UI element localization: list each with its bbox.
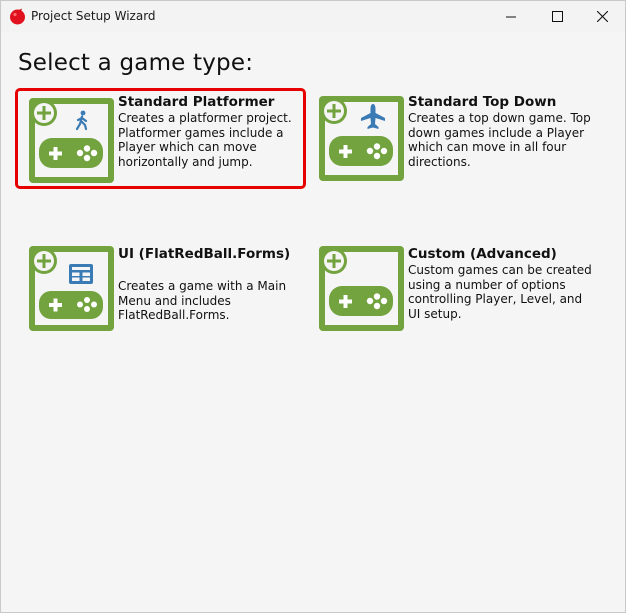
option-ui-forms[interactable]: UI (FlatRedBall.Forms) Creates a game wi… bbox=[29, 246, 309, 334]
option-title: UI (FlatRedBall.Forms) bbox=[118, 246, 291, 262]
option-standard-top-down[interactable]: Standard Top Down Creates a top down gam… bbox=[319, 94, 599, 184]
option-description: Custom games can be created using a numb… bbox=[408, 263, 592, 321]
option-custom-advanced[interactable]: Custom (Advanced) Custom games can be cr… bbox=[319, 246, 599, 334]
close-button[interactable] bbox=[579, 1, 625, 32]
maximize-icon bbox=[551, 11, 563, 22]
option-description: Creates a top down game. Top down games … bbox=[408, 111, 591, 169]
option-title: Standard Top Down bbox=[408, 94, 557, 110]
option-description: Creates a game with a Main Menu and incl… bbox=[118, 279, 287, 322]
app-logo-icon bbox=[10, 8, 25, 25]
wizard-content: Select a game type: Standard Platformer … bbox=[1, 32, 625, 612]
option-title: Custom (Advanced) bbox=[408, 246, 557, 262]
option-title: Standard Platformer bbox=[118, 94, 275, 110]
minimize-button[interactable] bbox=[488, 1, 534, 32]
platformer-icon bbox=[29, 98, 114, 183]
page-heading: Select a game type: bbox=[18, 50, 254, 76]
option-description: Creates a platformer project. Platformer… bbox=[118, 111, 292, 169]
window-title: Project Setup Wizard bbox=[31, 9, 156, 23]
minimize-icon bbox=[506, 16, 516, 17]
custom-icon bbox=[319, 246, 404, 331]
close-icon bbox=[596, 11, 608, 22]
maximize-button[interactable] bbox=[534, 1, 580, 32]
wizard-window: Project Setup Wizard Select a game type: bbox=[0, 0, 626, 613]
title-bar[interactable]: Project Setup Wizard bbox=[1, 1, 625, 32]
option-standard-platformer[interactable]: Standard Platformer Creates a platformer… bbox=[15, 88, 306, 189]
ui-forms-icon bbox=[29, 246, 114, 331]
top-down-icon bbox=[319, 96, 404, 181]
